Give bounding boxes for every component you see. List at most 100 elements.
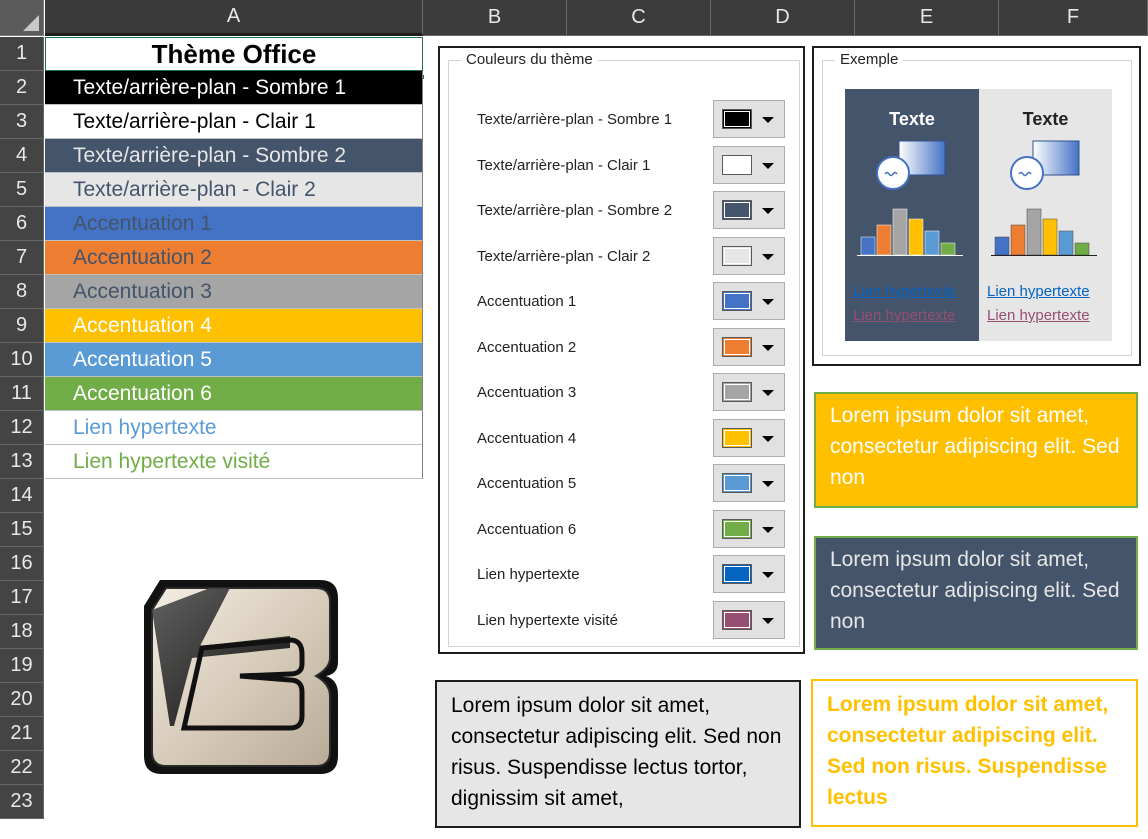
cell-a-item[interactable]: Texte/arrière-plan - Clair 1 <box>45 105 423 139</box>
row-header[interactable]: 18 <box>0 615 44 649</box>
row-header[interactable]: 14 <box>0 479 44 513</box>
column-header-a[interactable]: A <box>45 0 423 36</box>
row-header[interactable]: 22 <box>0 751 44 785</box>
color-picker-button[interactable] <box>713 191 785 229</box>
example-light-visited-link[interactable]: Lien hypertexte <box>987 307 1090 324</box>
color-picker-button[interactable] <box>713 145 785 184</box>
example-dark-title: Texte <box>889 109 935 129</box>
row-header[interactable]: 17 <box>0 581 44 615</box>
chevron-down-icon <box>762 299 774 305</box>
mini-bar <box>1058 230 1074 256</box>
shapes-light-icon <box>1010 140 1080 190</box>
cell-a1-title[interactable]: Thème Office <box>45 37 423 71</box>
color-picker-button[interactable] <box>713 282 785 320</box>
cell-a-item[interactable]: Texte/arrière-plan - Clair 2 <box>45 173 423 207</box>
row-header[interactable]: 6 <box>0 207 44 241</box>
cell-a-item[interactable]: Accentuation 5 <box>45 343 423 377</box>
color-picker-button[interactable] <box>713 600 785 639</box>
chevron-down-icon <box>762 617 774 624</box>
color-swatch <box>722 336 752 357</box>
row-header[interactable]: 19 <box>0 649 44 683</box>
color-swatch <box>722 518 752 539</box>
app-logo-icon <box>140 576 345 778</box>
row-header[interactable]: 4 <box>0 139 44 173</box>
cell-a-item[interactable]: Accentuation 1 <box>45 207 423 241</box>
color-picker-button[interactable] <box>713 418 785 457</box>
color-picker-button[interactable] <box>713 464 785 502</box>
chevron-down-icon <box>762 572 774 578</box>
row-header[interactable]: 13 <box>0 445 44 479</box>
chevron-down-icon <box>762 162 774 169</box>
column-header-b[interactable]: B <box>423 0 567 36</box>
shapes-dark-icon <box>876 140 946 190</box>
row-header[interactable]: 3 <box>0 105 44 139</box>
textbox-dark[interactable]: Lorem ipsum dolor sit amet, consectetur … <box>814 536 1138 650</box>
mini-bar <box>1010 224 1026 256</box>
theme-color-label: Accentuation 5 <box>477 475 577 492</box>
theme-color-label: Accentuation 1 <box>477 293 577 310</box>
theme-color-label: Accentuation 6 <box>477 520 577 538</box>
mini-bar <box>940 242 956 256</box>
row-header[interactable]: 9 <box>0 309 44 343</box>
color-picker-button[interactable] <box>713 327 785 366</box>
chevron-down-icon <box>762 526 774 533</box>
chevron-down-icon <box>762 253 774 260</box>
row-header[interactable]: 15 <box>0 513 44 547</box>
color-swatch <box>722 154 752 175</box>
select-all-corner[interactable] <box>0 0 44 36</box>
chevron-down-icon <box>762 435 774 442</box>
chevron-down-icon <box>762 208 774 214</box>
cell-a-item[interactable]: Accentuation 3 <box>45 275 423 309</box>
chevron-down-icon <box>762 344 774 351</box>
chevron-down-icon <box>762 390 774 396</box>
row-header[interactable]: 16 <box>0 547 44 581</box>
theme-color-label: Accentuation 4 <box>477 429 577 447</box>
cell-a-item[interactable]: Texte/arrière-plan - Sombre 2 <box>45 139 423 173</box>
theme-color-label: Texte/arrière-plan - Sombre 2 <box>477 202 673 219</box>
textbox-yellow[interactable]: Lorem ipsum dolor sit amet, consectetur … <box>814 392 1138 508</box>
column-header-e[interactable]: E <box>855 0 999 36</box>
column-header-c[interactable]: C <box>567 0 711 36</box>
row-header[interactable]: 1 <box>0 37 44 71</box>
cell-a-item[interactable]: Lien hypertexte visité <box>45 445 423 479</box>
row-header[interactable]: 8 <box>0 275 44 309</box>
color-picker-button[interactable] <box>713 373 785 411</box>
bar-chart-light-icon <box>991 208 1097 256</box>
theme-color-label: Texte/arrière-plan - Clair 2 <box>477 247 651 265</box>
color-picker-button[interactable] <box>713 555 785 593</box>
mini-bar <box>892 208 908 256</box>
cell-a-item[interactable]: Accentuation 2 <box>45 241 423 275</box>
row-header[interactable]: 12 <box>0 411 44 445</box>
row-header[interactable]: 11 <box>0 377 44 411</box>
row-header[interactable]: 21 <box>0 717 44 751</box>
row-header[interactable]: 10 <box>0 343 44 377</box>
row-header[interactable]: 20 <box>0 683 44 717</box>
color-swatch <box>722 291 752 311</box>
column-header-d[interactable]: D <box>711 0 855 36</box>
example-light-link[interactable]: Lien hypertexte <box>987 283 1090 300</box>
textbox-gray[interactable]: Lorem ipsum dolor sit amet, consectetur … <box>435 680 801 828</box>
cell-a-item[interactable]: Accentuation 6 <box>45 377 423 411</box>
theme-color-label: Lien hypertexte <box>477 566 580 583</box>
color-picker-button[interactable] <box>713 509 785 548</box>
cell-a-item[interactable]: Lien hypertexte <box>45 411 423 445</box>
textbox-outline[interactable]: Lorem ipsum dolor sit amet, consectetur … <box>811 679 1138 827</box>
row-header[interactable]: 2 <box>0 71 44 105</box>
column-header-f[interactable]: F <box>999 0 1148 36</box>
example-dark-link[interactable]: Lien hypertexte <box>853 283 956 300</box>
color-picker-button[interactable] <box>713 100 785 138</box>
example-dark-visited-link[interactable]: Lien hypertexte <box>853 307 956 324</box>
mini-bar <box>1074 242 1090 256</box>
color-swatch <box>722 109 752 129</box>
row-header[interactable]: 7 <box>0 241 44 275</box>
cell-a-item[interactable]: Accentuation 4 <box>45 309 423 343</box>
row-header[interactable]: 23 <box>0 785 44 819</box>
mini-bar <box>994 236 1010 256</box>
theme-colors-legend: Couleurs du thème <box>461 51 598 68</box>
row-header[interactable]: 5 <box>0 173 44 207</box>
example-light-preview: Texte Lien hypertexte Lien hypertexte <box>979 89 1112 341</box>
cell-a-item[interactable]: Texte/arrière-plan - Sombre 1 <box>45 71 423 105</box>
example-light-title: Texte <box>1022 109 1069 129</box>
mini-bar <box>908 218 924 256</box>
color-picker-button[interactable] <box>713 236 785 275</box>
